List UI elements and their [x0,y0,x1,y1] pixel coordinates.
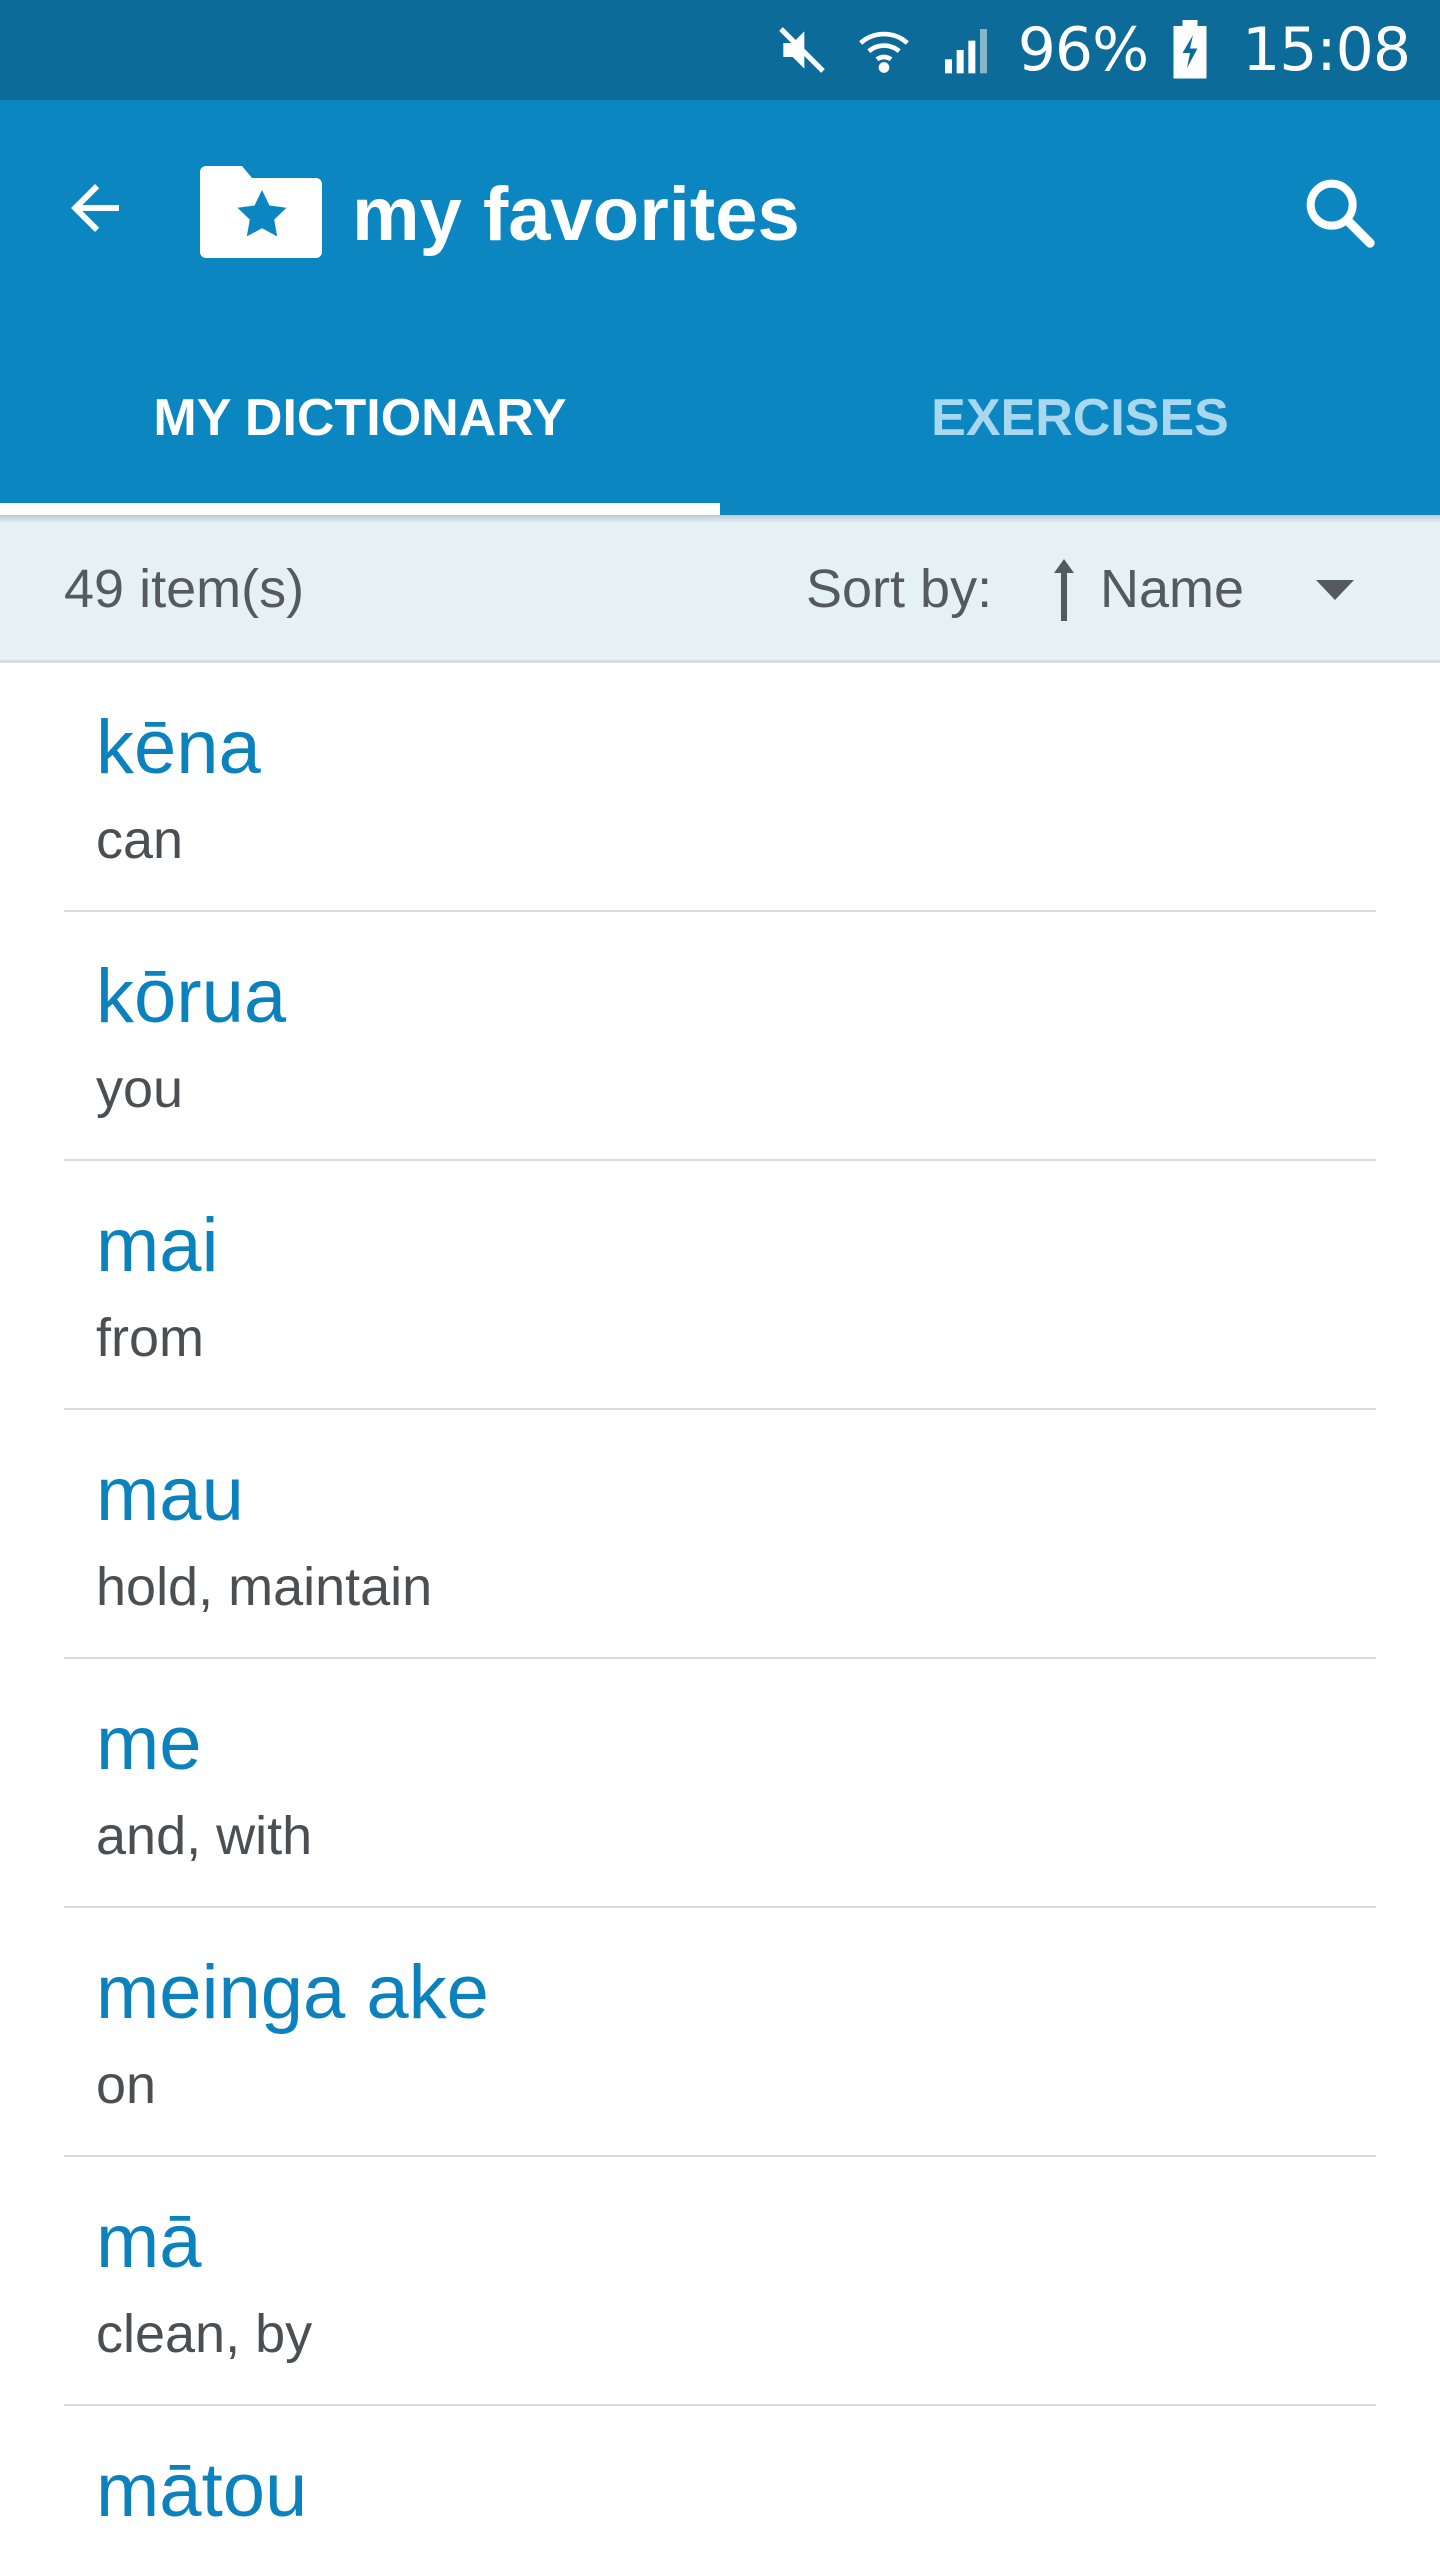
tab-bar: MY DICTIONARY EXERCISES [0,330,1440,515]
word-meaning: you [96,1059,184,1119]
word-meaning: on [96,2055,157,2115]
word-term: mau [96,1452,244,1537]
word-meaning: hold, maintain [96,1557,433,1617]
list-item[interactable]: kēna can [0,663,1440,912]
back-button[interactable] [50,165,140,255]
wifi-icon [854,20,914,80]
list-item[interactable]: mai from [0,1161,1440,1410]
tab-my-dictionary[interactable]: MY DICTIONARY [0,330,720,505]
list-item[interactable]: me and, with [0,1659,1440,1908]
tab-exercises[interactable]: EXERCISES [720,330,1440,505]
word-term: mātou [96,2448,308,2533]
arrow-back-icon [59,172,131,249]
list-item[interactable]: mā clean, by [0,2157,1440,2406]
folder-star-icon [200,160,324,260]
mute-icon [772,20,832,80]
dropdown-arrow-icon[interactable] [1310,570,1360,610]
sort-bar: 49 item(s) Sort by: Name [0,515,1440,663]
battery-percent: 96% [1017,15,1149,85]
sort-label: Sort by: [806,559,993,619]
battery-charging-icon [1170,20,1210,80]
list-item[interactable]: mau hold, maintain [0,1410,1440,1659]
word-term: mā [96,2199,202,2284]
word-term: kēna [96,705,261,790]
page-title: my favorites [352,172,800,257]
search-icon [1300,173,1380,258]
list-item[interactable]: meinga ake on [0,1908,1440,2157]
word-term: mai [96,1203,219,1288]
status-bar: 96% 15:08 [0,0,1440,100]
item-count: 49 item(s) [64,559,305,619]
word-meaning: can [96,810,184,870]
sort-ascending-icon[interactable] [1044,555,1084,625]
word-meaning: from [96,1308,204,1368]
word-term: meinga ake [96,1950,489,2035]
search-button[interactable] [1290,165,1390,265]
clock: 15:08 [1242,15,1411,85]
list-item[interactable]: kōrua you [0,912,1440,1161]
tab-indicator [0,503,720,515]
word-meaning: clean, by [96,2304,313,2364]
signal-icon [936,20,996,80]
word-meaning: and, with [96,1806,313,1866]
word-term: kōrua [96,954,287,1039]
appbar-shadow [0,515,1440,523]
word-term: me [96,1701,202,1786]
sort-value[interactable]: Name [1100,559,1244,619]
list-item[interactable]: mātou [0,2406,1440,2560]
word-list: kēna can kōrua you mai from mau hold, ma… [0,663,1440,2560]
